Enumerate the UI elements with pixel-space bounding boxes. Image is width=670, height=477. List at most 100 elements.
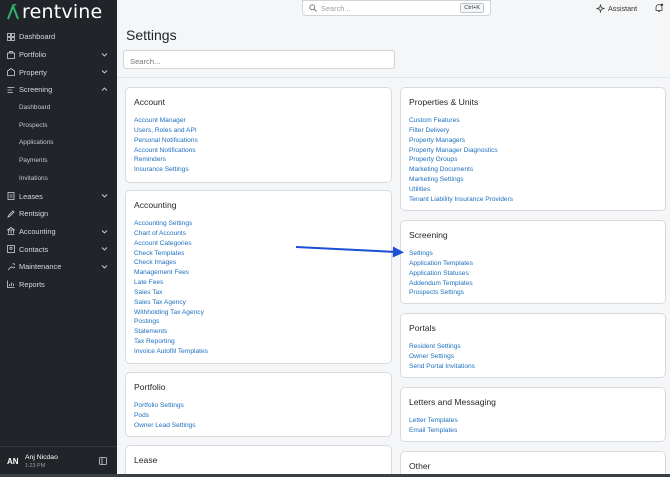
- link-resident-settings[interactable]: Resident Settings: [409, 342, 475, 352]
- link-tax-reporting[interactable]: Tax Reporting: [134, 337, 208, 347]
- link-sales-tax[interactable]: Sales Tax: [134, 288, 208, 298]
- reports-icon: [7, 280, 15, 289]
- link-property-manager-diagnostics[interactable]: Property Manager Diagnostics: [409, 146, 513, 156]
- link-prospects-settings[interactable]: Prospects Settings: [409, 288, 473, 298]
- chevron-down-icon: [101, 52, 108, 57]
- accounting-card: Accounting Accounting Settings Chart of …: [125, 190, 392, 364]
- link-chart-of-accounts[interactable]: Chart of Accounts: [134, 229, 208, 239]
- link-reminders[interactable]: Reminders: [134, 155, 198, 165]
- sidebar-subitem-dashboard[interactable]: Dashboard: [0, 99, 117, 117]
- link-users-roles-api[interactable]: Users, Roles and API: [134, 126, 198, 136]
- link-personal-notifications[interactable]: Personal Notifications: [134, 136, 198, 146]
- sidebar-item-reports[interactable]: Reports: [0, 276, 117, 294]
- link-marketing-documents[interactable]: Marketing Documents: [409, 165, 513, 175]
- sidebar-nav: Dashboard Portfolio Property Screening D…: [0, 28, 117, 293]
- account-card: Account Account Manager Users, Roles and…: [125, 87, 392, 183]
- other-card-title: Other: [409, 461, 431, 471]
- rentvine-logo-icon: [7, 4, 19, 20]
- sidebar-item-contacts[interactable]: Contacts: [0, 240, 117, 258]
- lease-card: Lease: [125, 445, 392, 477]
- bell-icon[interactable]: [654, 3, 664, 13]
- sidebar-item-label: Property: [19, 67, 47, 77]
- link-application-statuses[interactable]: Application Statuses: [409, 269, 473, 279]
- link-owner-lead-settings[interactable]: Owner Lead Settings: [134, 421, 196, 431]
- sidebar-item-label: Rentsign: [19, 209, 49, 219]
- link-tenant-liability-insurance-providers[interactable]: Tenant Liability Insurance Providers: [409, 195, 513, 205]
- portals-card: Portals Resident Settings Owner Settings…: [400, 313, 666, 378]
- link-owner-settings[interactable]: Owner Settings: [409, 352, 475, 362]
- link-account-notifications[interactable]: Account Notifications: [134, 146, 198, 156]
- link-postings[interactable]: Postings: [134, 317, 208, 327]
- link-account-categories[interactable]: Account Categories: [134, 239, 208, 249]
- link-management-fees[interactable]: Management Fees: [134, 268, 208, 278]
- link-property-groups[interactable]: Property Groups: [409, 155, 513, 165]
- link-addendum-templates[interactable]: Addendum Templates: [409, 279, 473, 289]
- link-invoice-autofill-templates[interactable]: Invoice Autofill Templates: [134, 347, 208, 357]
- link-screening-settings[interactable]: Settings: [409, 249, 473, 259]
- link-filter-delivery[interactable]: Filter Delivery: [409, 126, 513, 136]
- user-name: Anj Nicdao: [25, 454, 58, 461]
- chevron-down-icon: [101, 70, 108, 75]
- global-search[interactable]: Search... Ctrl+K: [302, 0, 491, 16]
- chevron-down-icon: [101, 194, 108, 198]
- letters-messaging-links: Letter Templates Email Templates: [409, 416, 458, 436]
- sidebar-subitem-invitations[interactable]: Invitations: [0, 170, 117, 188]
- top-bar: Search... Ctrl+K Assistant: [117, 0, 670, 18]
- link-portfolio-settings[interactable]: Portfolio Settings: [134, 401, 196, 411]
- link-late-fees[interactable]: Late Fees: [134, 278, 208, 288]
- sidebar-item-property[interactable]: Property: [0, 63, 117, 81]
- contacts-icon: [7, 245, 15, 253]
- link-withholding-tax-agency[interactable]: Withholding Tax Agency: [134, 308, 208, 318]
- portfolio-links: Portfolio Settings Pods Owner Lead Setti…: [134, 401, 196, 431]
- link-accounting-settings[interactable]: Accounting Settings: [134, 219, 208, 229]
- portfolio-icon: [7, 50, 15, 59]
- link-pods[interactable]: Pods: [134, 411, 196, 421]
- settings-search[interactable]: [123, 50, 395, 70]
- avatar: AN: [7, 457, 19, 466]
- sidebar-item-accounting[interactable]: Accounting: [0, 223, 117, 241]
- link-email-templates[interactable]: Email Templates: [409, 426, 458, 436]
- settings-search-input[interactable]: [124, 53, 394, 70]
- link-marketing-settings[interactable]: Marketing Settings: [409, 175, 513, 185]
- account-links: Account Manager Users, Roles and API Per…: [134, 116, 198, 175]
- collapse-sidebar-icon[interactable]: [99, 457, 107, 465]
- properties-units-links: Custom Features Filter Delivery Property…: [409, 116, 513, 205]
- assistant-button[interactable]: Assistant: [596, 4, 637, 13]
- screening-card: Screening Settings Application Templates…: [400, 220, 666, 304]
- sidebar-item-label: Leases: [19, 191, 43, 201]
- rentvine-logo[interactable]: rentvine: [7, 1, 102, 23]
- link-account-manager[interactable]: Account Manager: [134, 116, 198, 126]
- accounting-links: Accounting Settings Chart of Accounts Ac…: [134, 219, 208, 357]
- sidebar-item-label: Reports: [19, 279, 45, 289]
- properties-units-card: Properties & Units Custom Features Filte…: [400, 87, 666, 211]
- sidebar-item-rentsign[interactable]: Rentsign: [0, 205, 117, 223]
- link-property-managers[interactable]: Property Managers: [409, 136, 513, 146]
- link-sales-tax-agency[interactable]: Sales Tax Agency: [134, 298, 208, 308]
- link-check-templates[interactable]: Check Templates: [134, 249, 208, 259]
- sidebar-subitem-payments[interactable]: Payments: [0, 152, 117, 170]
- sidebar-item-dashboard[interactable]: Dashboard: [0, 28, 117, 46]
- sidebar-item-leases[interactable]: Leases: [0, 187, 117, 205]
- sidebar-item-screening[interactable]: Screening: [0, 81, 117, 99]
- screening-links: Settings Application Templates Applicati…: [409, 249, 473, 298]
- sidebar-subitem-applications[interactable]: Applications: [0, 134, 117, 152]
- leases-icon: [7, 192, 15, 200]
- shortcut-badge: Ctrl+K: [460, 3, 484, 13]
- header-divider: [117, 77, 670, 78]
- sidebar-item-portfolio[interactable]: Portfolio: [0, 46, 117, 64]
- link-send-portal-invitations[interactable]: Send Portal Invitations: [409, 362, 475, 372]
- lease-card-title: Lease: [134, 455, 158, 465]
- link-application-templates[interactable]: Application Templates: [409, 259, 473, 269]
- sidebar-subitem-prospects[interactable]: Prospects: [0, 116, 117, 134]
- user-profile[interactable]: AN Anj Nicdao 1:23 PM: [0, 446, 117, 477]
- link-insurance-settings[interactable]: Insurance Settings: [134, 165, 198, 175]
- portals-links: Resident Settings Owner Settings Send Po…: [409, 342, 475, 372]
- link-letter-templates[interactable]: Letter Templates: [409, 416, 458, 426]
- link-custom-features[interactable]: Custom Features: [409, 116, 513, 126]
- wrench-icon: [7, 263, 15, 271]
- link-statements[interactable]: Statements: [134, 327, 208, 337]
- link-check-images[interactable]: Check Images: [134, 258, 208, 268]
- link-utilities[interactable]: Utilities: [409, 185, 513, 195]
- sidebar-item-maintenance[interactable]: Maintenance: [0, 258, 117, 276]
- global-search-placeholder: Search...: [321, 3, 351, 13]
